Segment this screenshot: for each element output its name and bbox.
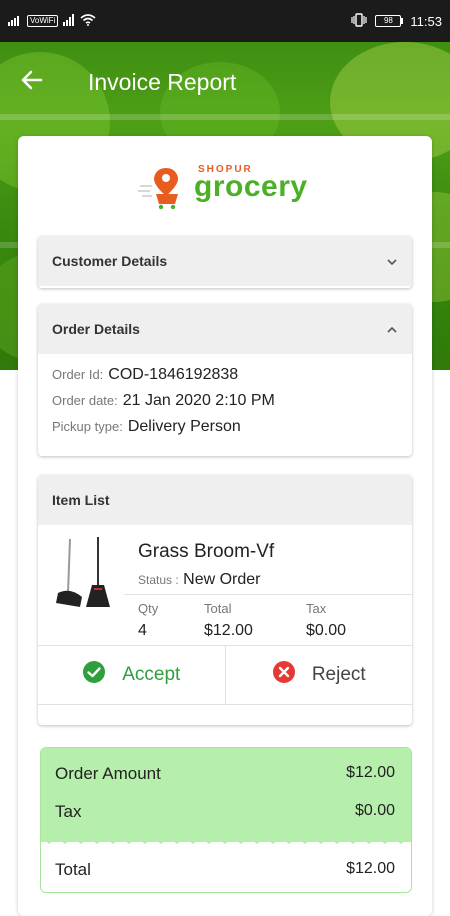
battery-icon: 98 <box>375 15 404 27</box>
arrow-left-icon <box>21 69 43 96</box>
clock: 11:53 <box>410 13 442 29</box>
item-actions: Accept Reject <box>38 645 412 705</box>
tax-label: Tax <box>55 802 82 821</box>
zigzag-edge <box>41 834 411 844</box>
chevron-up-icon <box>386 321 398 337</box>
total-label: Total <box>55 860 91 879</box>
order-date-row: Order date: 21 Jan 2020 2:10 PM <box>38 392 412 418</box>
item-tax-value: $0.00 <box>306 622 347 639</box>
item-total: Total $12.00 <box>204 601 253 640</box>
order-date-value: 21 Jan 2020 2:10 PM <box>122 392 275 409</box>
item-qty-label: Qty <box>138 601 159 616</box>
signal-icon <box>8 14 22 29</box>
order-id-value: COD-1846192838 <box>108 366 239 383</box>
tax-row: Tax $0.00 <box>55 802 395 822</box>
network-label: VoWiFi <box>27 15 59 27</box>
tax-value: $0.00 <box>354 802 395 819</box>
chevron-down-icon <box>386 253 398 269</box>
back-button[interactable] <box>12 62 52 102</box>
close-circle-icon <box>272 660 296 690</box>
order-summary: Order Amount $12.00 Tax $0.00 Total $12.… <box>40 747 412 893</box>
wifi-icon <box>80 13 96 29</box>
item-status: Status : New Order <box>138 571 261 589</box>
customer-details-title: Customer Details <box>52 253 168 269</box>
logo-wordmark: grocery <box>194 170 308 203</box>
vibrate-icon <box>350 12 368 30</box>
order-amount-row: Order Amount $12.00 <box>55 764 395 784</box>
order-date-label: Order date: <box>52 393 118 408</box>
pickup-type-value: Delivery Person <box>127 418 241 435</box>
list-item: Grass Broom-Vf Status : New Order Qty 4 … <box>38 525 412 645</box>
pickup-type-row: Pickup type: Delivery Person <box>38 418 412 444</box>
order-id-label: Order Id: <box>52 367 104 382</box>
item-status-value: New Order <box>183 571 261 588</box>
summary-background <box>41 748 411 842</box>
order-details-panel: Order Details Order Id: COD-1846192838 O… <box>38 304 412 456</box>
cart-pin-icon <box>138 168 178 210</box>
order-details-header[interactable]: Order Details <box>38 304 412 354</box>
order-amount-label: Order Amount <box>55 764 161 783</box>
page-title: Invoice Report <box>88 68 237 95</box>
customer-details-header[interactable]: Customer Details <box>38 236 412 286</box>
customer-details-panel[interactable]: Customer Details <box>38 236 412 288</box>
total-row: Total $12.00 <box>55 860 395 880</box>
item-tax: Tax $0.00 <box>306 601 346 640</box>
item-status-label: Status : <box>138 573 179 587</box>
accept-button[interactable]: Accept <box>38 646 225 704</box>
divider <box>124 594 412 595</box>
reject-label: Reject <box>311 664 366 685</box>
item-list-panel: Item List Grass Broom-Vf Status : New Or… <box>38 475 412 725</box>
brand-logo: SHOPUR grocery <box>138 164 328 210</box>
order-id-row: Order Id: COD-1846192838 <box>38 366 412 392</box>
item-name: Grass Broom-Vf <box>138 541 275 562</box>
accept-label: Accept <box>122 664 181 685</box>
item-qty-value: 4 <box>138 622 147 639</box>
item-total-label: Total <box>204 601 232 616</box>
check-circle-icon <box>82 660 106 690</box>
item-list-title: Item List <box>52 492 110 508</box>
item-qty: Qty 4 <box>138 601 158 640</box>
order-details-title: Order Details <box>52 321 140 337</box>
order-amount-value: $12.00 <box>346 764 395 781</box>
item-tax-label: Tax <box>306 601 327 616</box>
pickup-type-label: Pickup type: <box>52 419 123 434</box>
status-bar: VoWiFi 98 11:53 <box>0 0 450 42</box>
product-image <box>56 537 116 616</box>
item-total-value: $12.00 <box>204 622 253 639</box>
item-list-header: Item List <box>38 475 412 525</box>
total-value: $12.00 <box>346 860 395 877</box>
reject-button[interactable]: Reject <box>224 646 413 704</box>
signal-icon <box>63 13 75 29</box>
app-bar: Invoice Report <box>0 62 450 102</box>
